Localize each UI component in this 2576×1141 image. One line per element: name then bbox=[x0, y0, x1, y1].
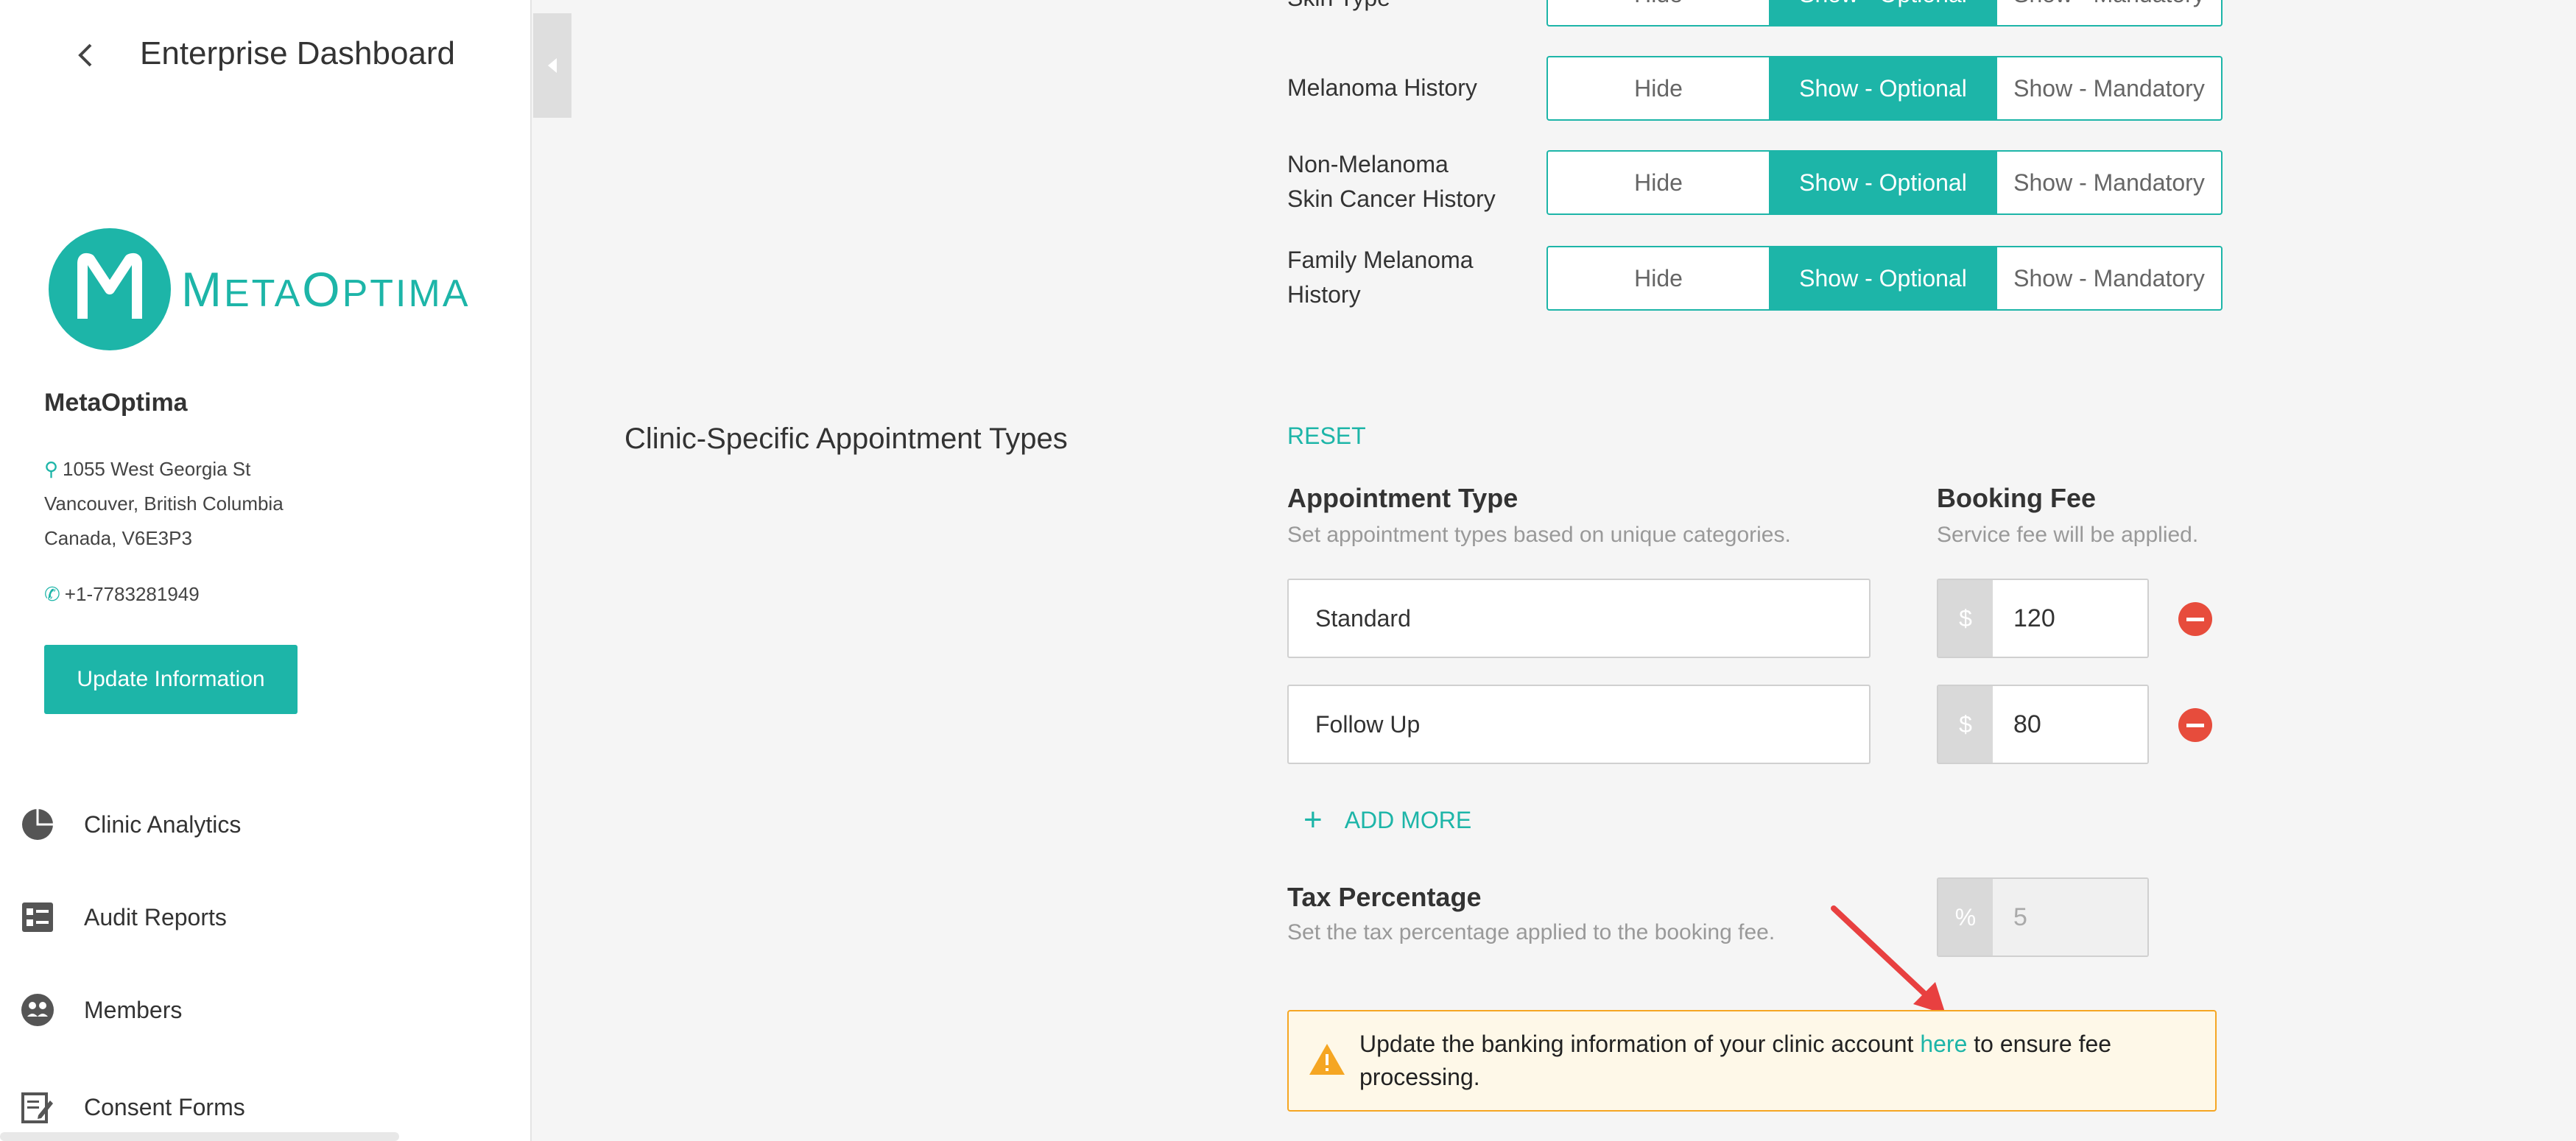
visibility-toggle-family-melanoma-history: Hide Show - Optional Show - Mandatory bbox=[1546, 246, 2223, 311]
dashboard-title: Enterprise Dashboard bbox=[140, 35, 456, 71]
tax-percentage-subtitle: Set the tax percentage applied to the bo… bbox=[1287, 920, 1776, 944]
org-address: ⚲ 1055 West Georgia St Vancouver, British… bbox=[44, 458, 284, 549]
tax-percentage-input[interactable] bbox=[1993, 879, 2147, 955]
option-show-mandatory[interactable]: Show - Mandatory bbox=[1996, 152, 2221, 213]
logo-mark bbox=[49, 228, 171, 350]
plus-icon: + bbox=[1303, 802, 1323, 838]
sidebar: Enterprise Dashboard METAOPTIMA MetaOpti… bbox=[0, 0, 532, 1141]
visibility-toggle-non-melanoma-history: Hide Show - Optional Show - Mandatory bbox=[1546, 150, 2223, 215]
currency-prefix: $ bbox=[1938, 580, 1993, 657]
phone-icon: ✆ bbox=[44, 583, 60, 605]
option-hide[interactable]: Hide bbox=[1548, 247, 1770, 309]
option-show-mandatory[interactable]: Show - Mandatory bbox=[1996, 247, 2221, 309]
appointment-type-input[interactable] bbox=[1287, 685, 1871, 764]
option-hide[interactable]: Hide bbox=[1548, 0, 1770, 25]
logo-wordmark: METAOPTIMA bbox=[181, 262, 471, 317]
collapse-sidebar-button[interactable] bbox=[533, 13, 571, 118]
nav-audit-reports[interactable]: Audit Reports bbox=[19, 895, 227, 939]
option-show-optional[interactable]: Show - Optional bbox=[1770, 152, 1996, 213]
appointment-type-header: Appointment Type bbox=[1287, 483, 1518, 513]
option-show-mandatory[interactable]: Show - Mandatory bbox=[1996, 0, 2221, 25]
minus-icon bbox=[2186, 617, 2204, 621]
annotation-arrow bbox=[1831, 905, 1946, 1014]
tax-percentage-field: % bbox=[1937, 877, 2149, 957]
option-show-mandatory[interactable]: Show - Mandatory bbox=[1996, 57, 2221, 119]
option-show-optional[interactable]: Show - Optional bbox=[1770, 247, 1996, 309]
booking-fee-subtitle: Service fee will be applied. bbox=[1937, 523, 2199, 547]
banking-info-alert: Update the banking information of your c… bbox=[1287, 1010, 2217, 1112]
back-button[interactable] bbox=[71, 37, 100, 74]
currency-prefix: $ bbox=[1938, 686, 1993, 763]
booking-fee-input[interactable] bbox=[1993, 580, 2147, 657]
nav-members[interactable]: Members bbox=[19, 988, 182, 1032]
nav-clinic-analytics[interactable]: Clinic Analytics bbox=[19, 802, 241, 847]
alert-message: Update the banking information of your c… bbox=[1359, 1031, 2112, 1090]
tax-percentage-header: Tax Percentage bbox=[1287, 882, 1482, 912]
org-name: MetaOptima bbox=[44, 389, 188, 417]
option-hide[interactable]: Hide bbox=[1548, 152, 1770, 213]
field-label-non-melanoma-history: Non-Melanoma Skin Cancer History bbox=[1287, 151, 1496, 212]
map-pin-icon: ⚲ bbox=[44, 458, 59, 480]
warning-icon bbox=[1309, 1044, 1345, 1075]
edit-form-icon bbox=[19, 1089, 56, 1126]
caret-left-icon bbox=[548, 58, 557, 73]
remove-appointment-button[interactable] bbox=[2178, 602, 2212, 636]
add-more-button[interactable]: + ADD MORE bbox=[1303, 804, 1471, 836]
chevron-left-icon bbox=[78, 43, 92, 67]
booking-fee-field: $ bbox=[1937, 579, 2149, 658]
report-list-icon bbox=[19, 899, 56, 936]
field-label-family-melanoma-history: Family Melanoma History bbox=[1287, 247, 1474, 308]
banking-info-link[interactable]: here bbox=[1920, 1031, 1967, 1057]
pie-chart-icon bbox=[19, 806, 56, 843]
minus-icon bbox=[2186, 723, 2204, 727]
nav-consent-forms[interactable]: Consent Forms bbox=[19, 1085, 245, 1129]
booking-fee-field: $ bbox=[1937, 685, 2149, 764]
sidebar-scrollbar[interactable] bbox=[0, 1132, 399, 1141]
booking-fee-input[interactable] bbox=[1993, 686, 2147, 763]
appointment-type-input[interactable] bbox=[1287, 579, 1871, 658]
option-hide[interactable]: Hide bbox=[1548, 57, 1770, 119]
remove-appointment-button[interactable] bbox=[2178, 708, 2212, 742]
section-title-appointment-types: Clinic-Specific Appointment Types bbox=[624, 423, 1068, 455]
members-icon bbox=[19, 992, 56, 1028]
company-logo: METAOPTIMA bbox=[49, 228, 471, 350]
field-label-skin-type: Skin Type bbox=[1287, 0, 1390, 15]
booking-fee-header: Booking Fee bbox=[1937, 483, 2097, 513]
visibility-toggle-skin-type: Hide Show - Optional Show - Mandatory bbox=[1546, 0, 2223, 27]
reset-link[interactable]: RESET bbox=[1287, 423, 1366, 450]
update-information-button[interactable]: Update Information bbox=[44, 645, 298, 714]
field-label-melanoma-history: Melanoma History bbox=[1287, 74, 1477, 101]
option-show-optional[interactable]: Show - Optional bbox=[1770, 0, 1996, 25]
option-show-optional[interactable]: Show - Optional bbox=[1770, 57, 1996, 119]
visibility-toggle-melanoma-history: Hide Show - Optional Show - Mandatory bbox=[1546, 56, 2223, 121]
appointment-type-subtitle: Set appointment types based on unique ca… bbox=[1287, 523, 1791, 547]
org-phone: ✆ +1-7783281949 bbox=[44, 583, 200, 605]
